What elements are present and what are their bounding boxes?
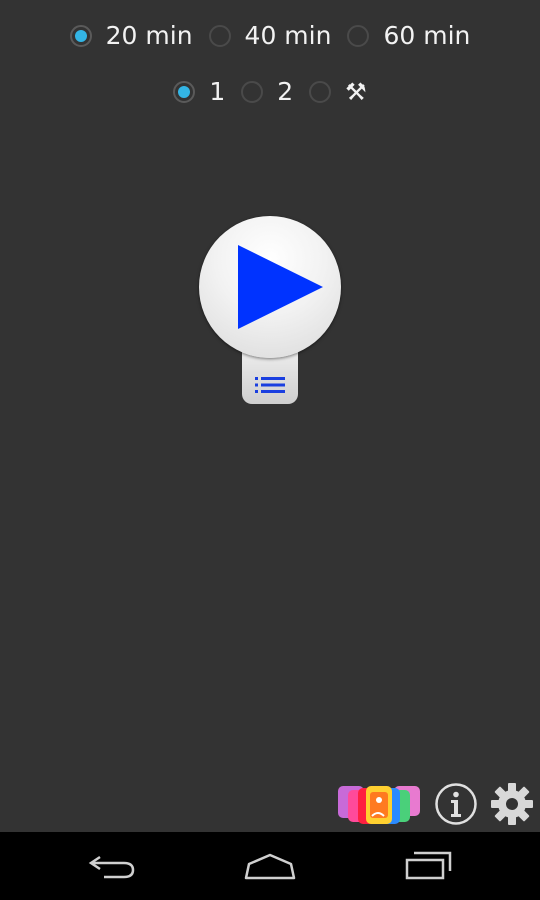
radio-button-40-min[interactable]: [208, 25, 231, 47]
home-button[interactable]: [240, 848, 300, 884]
bottom-toolbar: [332, 780, 540, 830]
mode-radio-group: 1 2 ⚒: [0, 70, 540, 114]
duration-label-40: 40 min: [244, 21, 332, 50]
radio-button-60-min[interactable]: [347, 25, 370, 47]
info-icon[interactable]: [434, 782, 478, 826]
list-icon: [255, 377, 285, 393]
duration-option-60[interactable]: 60 min: [347, 21, 470, 51]
radio-button-mode-1[interactable]: [173, 81, 196, 103]
mode-option-custom[interactable]: ⚒: [309, 78, 367, 106]
radio-selected-dot: [74, 30, 87, 42]
play-control: [199, 216, 341, 406]
duration-option-20[interactable]: 20 min: [69, 21, 209, 51]
home-icon: [244, 853, 296, 880]
tools-icon: ⚒: [345, 78, 367, 106]
recent-apps-icon: [405, 851, 452, 880]
app-screen: 20 min 40 min 60 min 1 2 ⚒: [0, 0, 540, 900]
mode-option-2[interactable]: 2: [241, 77, 309, 107]
radio-button-mode-2[interactable]: [241, 81, 264, 103]
back-icon: [88, 855, 135, 879]
radio-button-mode-custom[interactable]: [309, 81, 332, 103]
app-gallery-icon[interactable]: [334, 782, 424, 826]
recent-apps-button[interactable]: [398, 848, 458, 884]
back-button[interactable]: [82, 848, 142, 884]
mode-label-1: 1: [209, 77, 226, 106]
play-icon: [238, 245, 323, 329]
duration-option-40[interactable]: 40 min: [208, 21, 348, 51]
play-button[interactable]: [199, 216, 341, 358]
radio-selected-dot: [178, 86, 191, 98]
mode-option-1[interactable]: 1: [173, 77, 241, 107]
radio-button-20-min[interactable]: [69, 25, 92, 47]
duration-label-60: 60 min: [383, 21, 471, 50]
duration-radio-group: 20 min 40 min 60 min: [0, 14, 540, 58]
mode-label-2: 2: [277, 77, 294, 106]
duration-label-20: 20 min: [105, 21, 193, 50]
navigation-bar: [0, 832, 540, 900]
gear-icon[interactable]: [490, 782, 534, 826]
